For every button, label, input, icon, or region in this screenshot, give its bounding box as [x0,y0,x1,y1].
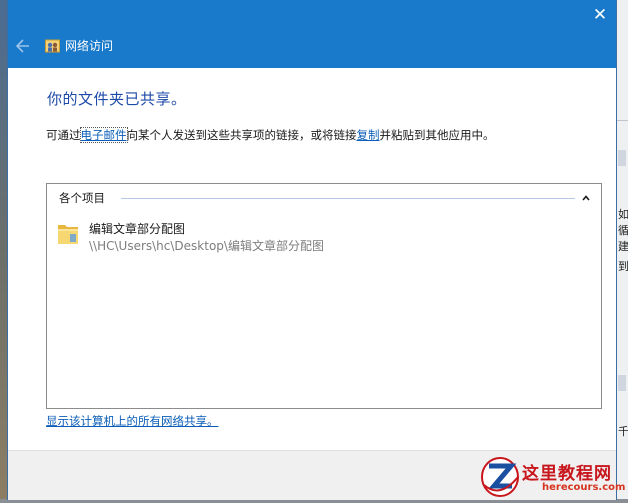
shared-items-list: 各个项目 编辑文章部分配图 \\HC\Users\hc\Desktop\编辑文章… [46,183,602,409]
chevron-up-icon [582,195,590,201]
share-description: 可通过电子邮件向某个人发送到这些共享项的链接，或将链接复制并粘贴到其他应用中。 [46,127,495,143]
window-title: 网络访问 [65,39,114,53]
site-watermark: 这里教程网 herecours.com [480,455,628,499]
collapse-group-button[interactable] [580,189,592,201]
background-scroll-arrow [618,150,626,166]
background-scroll-arrow [618,375,626,391]
list-item[interactable]: 编辑文章部分配图 \\HC\Users\hc\Desktop\编辑文章部分配图 [55,217,355,257]
email-link[interactable]: 电子邮件 [79,127,128,143]
back-arrow-icon [15,39,29,53]
watermark-logo-icon [480,455,520,499]
background-text: 如 [618,208,628,221]
background-divider [616,120,628,121]
network-sharing-icon [45,38,60,53]
desc-suffix: 并粘贴到其他应用中。 [379,128,495,142]
back-button[interactable] [14,36,32,56]
background-window-fragment: 如 循 建 到 千 [616,0,628,499]
background-text: 到 [618,260,628,273]
page-title: 你的文件夹已共享。 [47,90,187,108]
background-text: 建 [618,240,628,253]
desktop-background-left [0,0,8,499]
item-name: 编辑文章部分配图 [89,222,186,236]
background-text: 千 [618,425,628,438]
show-all-shares-link[interactable]: 显示该计算机上的所有网络共享。 [46,413,219,429]
watermark-url: herecours.com [542,482,626,493]
group-header: 各个项目 [59,191,105,205]
desc-prefix: 可通过 [46,128,81,142]
background-text: 循 [618,224,628,237]
item-path: \\HC\Users\hc\Desktop\编辑文章部分配图 [89,239,324,253]
network-access-dialog: ✕ 网络访问 你的文件夹已共享。 可通过电子邮件向某个人发送到这些共享项的链接，… [8,0,616,500]
desc-middle: 向某个人发送到这些共享项的链接，或将链接 [126,128,357,142]
title-bar: ✕ 网络访问 [8,0,616,68]
dialog-content: 你的文件夹已共享。 可通过电子邮件向某个人发送到这些共享项的链接，或将链接复制并… [8,68,616,500]
folder-icon [57,220,79,246]
watermark-title: 这里教程网 [522,464,612,484]
group-divider [121,198,575,199]
copy-link[interactable]: 复制 [357,128,380,142]
close-button[interactable]: ✕ [586,2,614,28]
